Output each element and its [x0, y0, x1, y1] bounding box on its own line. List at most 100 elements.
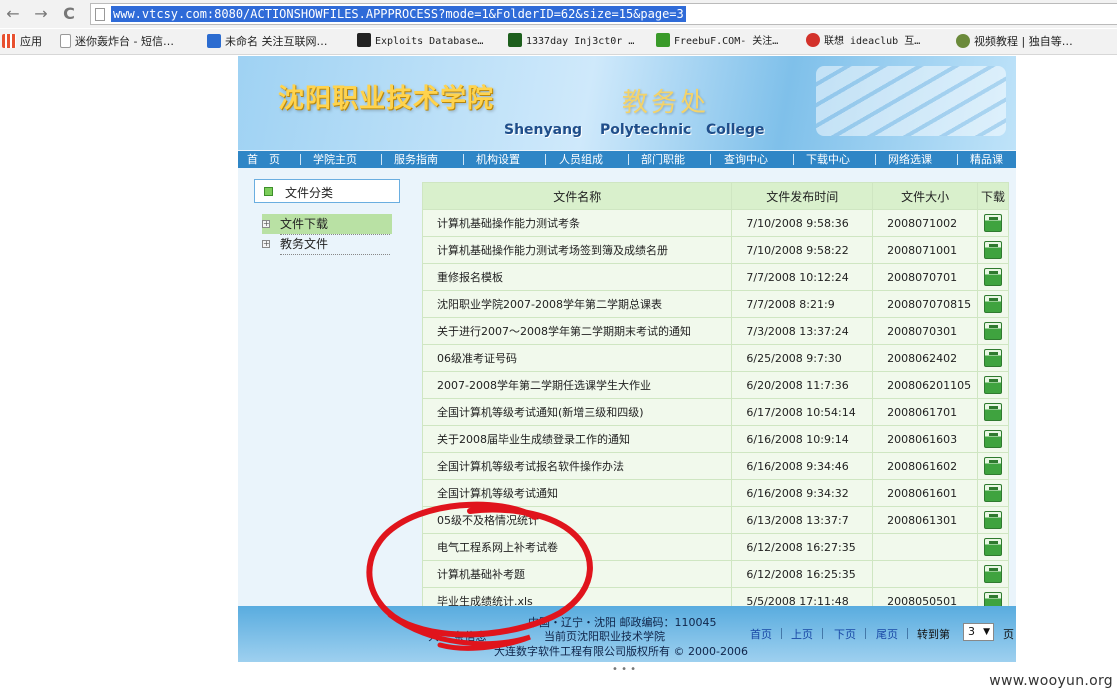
- pager-divider: [907, 628, 908, 639]
- download-icon[interactable]: [984, 295, 1003, 313]
- plus-box-icon: +: [262, 239, 270, 248]
- table-row: 计算机基础操作能力测试考场签到簿及成绩名册 7/10/2008 9:58:22 20…: [422, 236, 1009, 264]
- download-icon[interactable]: [984, 565, 1003, 583]
- bookmark-apps[interactable]: 应用: [2, 33, 42, 51]
- file-name-link[interactable]: 05级不及格情况统计: [422, 506, 733, 534]
- nav-service-guide[interactable]: 服务指南: [394, 151, 438, 168]
- file-name-link[interactable]: 全国计算机等级考试通知: [422, 479, 733, 507]
- site-title: 沈阳职业技术学院: [278, 84, 495, 114]
- download-icon[interactable]: [984, 241, 1003, 259]
- site-title-en-3: College: [706, 122, 765, 138]
- file-size: [872, 560, 979, 588]
- download-cell: [977, 533, 1009, 561]
- table-row: 计算机基础补考题 6/12/2008 16:25:35: [422, 560, 1009, 588]
- pager-first[interactable]: 首页: [750, 626, 772, 642]
- download-cell: [977, 317, 1009, 345]
- file-name-link[interactable]: 关于2008届毕业生成绩登录工作的通知: [422, 425, 733, 453]
- bookmark-item[interactable]: 联想 ideaclub 互…: [806, 33, 920, 51]
- forward-arrow-icon[interactable]: →: [30, 3, 52, 25]
- file-name-link[interactable]: 关于进行2007～2008学年第二学期期末考试的通知: [422, 317, 733, 345]
- page-icon: [95, 8, 105, 21]
- bookmark-item[interactable]: FreebuF.COM- 关注…: [656, 33, 778, 51]
- nav-college-home[interactable]: 学院主页: [313, 151, 357, 168]
- download-cell: [977, 290, 1009, 318]
- pager-last[interactable]: 尾页: [876, 626, 898, 642]
- file-name-link[interactable]: 全国计算机等级考试通知(新增三级和四级): [422, 398, 733, 426]
- file-size: 2008070701: [872, 263, 979, 291]
- download-icon[interactable]: [984, 511, 1003, 529]
- publish-time: 6/12/2008 16:25:35: [731, 560, 874, 588]
- table-row: 电气工程系网上补考试卷 6/12/2008 16:27:35: [422, 533, 1009, 561]
- file-name-link[interactable]: 重修报名模板: [422, 263, 733, 291]
- pager-divider: [781, 628, 782, 639]
- nav-divider: [545, 154, 546, 165]
- file-table: 文件名称 文件发布时间 文件大小 下载 计算机基础操作能力测试考条 7/10/20…: [422, 182, 1009, 612]
- publish-time: 6/16/2008 9:34:32: [731, 479, 874, 507]
- bookmark-item[interactable]: 未命名 关注互联网…: [207, 33, 328, 51]
- file-size: 2008070301: [872, 317, 979, 345]
- download-icon[interactable]: [984, 268, 1003, 286]
- keyboard-decoration: [816, 66, 1006, 136]
- nav-course-selection[interactable]: 网络选课: [888, 151, 932, 168]
- page-select[interactable]: 3 ▼: [963, 623, 994, 641]
- file-name-link[interactable]: 计算机基础补考题: [422, 560, 733, 588]
- nav-home[interactable]: 首 页: [247, 151, 280, 168]
- mb-icon: [207, 34, 221, 48]
- file-name-link[interactable]: 全国计算机等级考试报名软件操作办法: [422, 452, 733, 480]
- file-size: 2008061602: [872, 452, 979, 480]
- file-name-link[interactable]: 计算机基础操作能力测试考条: [422, 209, 733, 237]
- back-arrow-icon[interactable]: ←: [2, 3, 24, 25]
- nav-organization[interactable]: 机构设置: [476, 151, 520, 168]
- sidebar-item-academic-files[interactable]: + 教务文件: [262, 234, 392, 255]
- bookmark-item[interactable]: Exploits Database…: [357, 33, 483, 51]
- table-header-row: 文件名称 文件发布时间 文件大小 下载: [422, 182, 1009, 210]
- pager-prev[interactable]: 上页: [791, 626, 813, 642]
- ellipsis-dots: • • •: [612, 664, 637, 675]
- table-row: 重修报名模板 7/7/2008 10:12:24 2008070701: [422, 263, 1009, 291]
- download-cell: [977, 236, 1009, 264]
- footer-record-count: 共… 条信息: [428, 630, 487, 643]
- bookmark-item[interactable]: 迷你轰炸台 - 短信…: [60, 33, 174, 51]
- file-name-link[interactable]: 计算机基础操作能力测试考场签到簿及成绩名册: [422, 236, 733, 264]
- publish-time: 7/10/2008 9:58:36: [731, 209, 874, 237]
- nav-quality-courses[interactable]: 精品课: [970, 151, 1003, 168]
- download-icon[interactable]: [984, 403, 1003, 421]
- download-cell: [977, 452, 1009, 480]
- publish-time: 7/7/2008 8:21:9: [731, 290, 874, 318]
- download-icon[interactable]: [984, 457, 1003, 475]
- nav-staff[interactable]: 人员组成: [559, 151, 603, 168]
- file-name-link[interactable]: 06级准考证号码: [422, 344, 733, 372]
- download-icon[interactable]: [984, 430, 1003, 448]
- freebuf-icon: [656, 33, 670, 47]
- reload-icon[interactable]: C: [58, 3, 80, 25]
- download-icon[interactable]: [984, 538, 1003, 556]
- address-url[interactable]: www.vtcsy.com:8080/ACTIONSHOWFILES.APPPR…: [111, 6, 686, 22]
- main-nav: 首 页 学院主页 服务指南 机构设置 人员组成 部门职能 查询中心 下载中心 网…: [238, 151, 1016, 168]
- publish-time: 6/16/2008 9:34:46: [731, 452, 874, 480]
- download-icon[interactable]: [984, 376, 1003, 394]
- apps-grid-icon: [2, 34, 16, 48]
- download-icon[interactable]: [984, 484, 1003, 502]
- file-size: 2008061603: [872, 425, 979, 453]
- pager-next[interactable]: 下页: [834, 626, 856, 642]
- file-table-container: 文件名称 文件发布时间 文件大小 下载 计算机基础操作能力测试考条 7/10/20…: [422, 182, 1009, 612]
- bookmark-item[interactable]: 视频教程 | 独自等…: [956, 33, 1073, 51]
- site-title-en-1: Shenyang: [504, 122, 583, 138]
- nav-download-center[interactable]: 下载中心: [806, 151, 850, 168]
- download-icon[interactable]: [984, 322, 1003, 340]
- sidebar-item-file-download[interactable]: + 文件下载: [262, 214, 392, 235]
- file-name-link[interactable]: 2007-2008学年第二学期任选课学生大作业: [422, 371, 733, 399]
- download-cell: [977, 371, 1009, 399]
- nav-query-center[interactable]: 查询中心: [724, 151, 768, 168]
- download-cell: [977, 560, 1009, 588]
- address-bar[interactable]: www.vtcsy.com:8080/ACTIONSHOWFILES.APPPR…: [90, 3, 1117, 25]
- download-cell: [977, 344, 1009, 372]
- file-name-link[interactable]: 沈阳职业学院2007-2008学年第二学期总课表: [422, 290, 733, 318]
- bookmark-item[interactable]: 1337day Inj3ct0r …: [508, 33, 634, 51]
- download-icon[interactable]: [984, 214, 1003, 232]
- nav-functions[interactable]: 部门职能: [641, 151, 685, 168]
- file-name-link[interactable]: 电气工程系网上补考试卷: [422, 533, 733, 561]
- table-row: 计算机基础操作能力测试考条 7/10/2008 9:58:36 2008071002: [422, 209, 1009, 237]
- header-publish-time: 文件发布时间: [731, 182, 874, 210]
- download-icon[interactable]: [984, 349, 1003, 367]
